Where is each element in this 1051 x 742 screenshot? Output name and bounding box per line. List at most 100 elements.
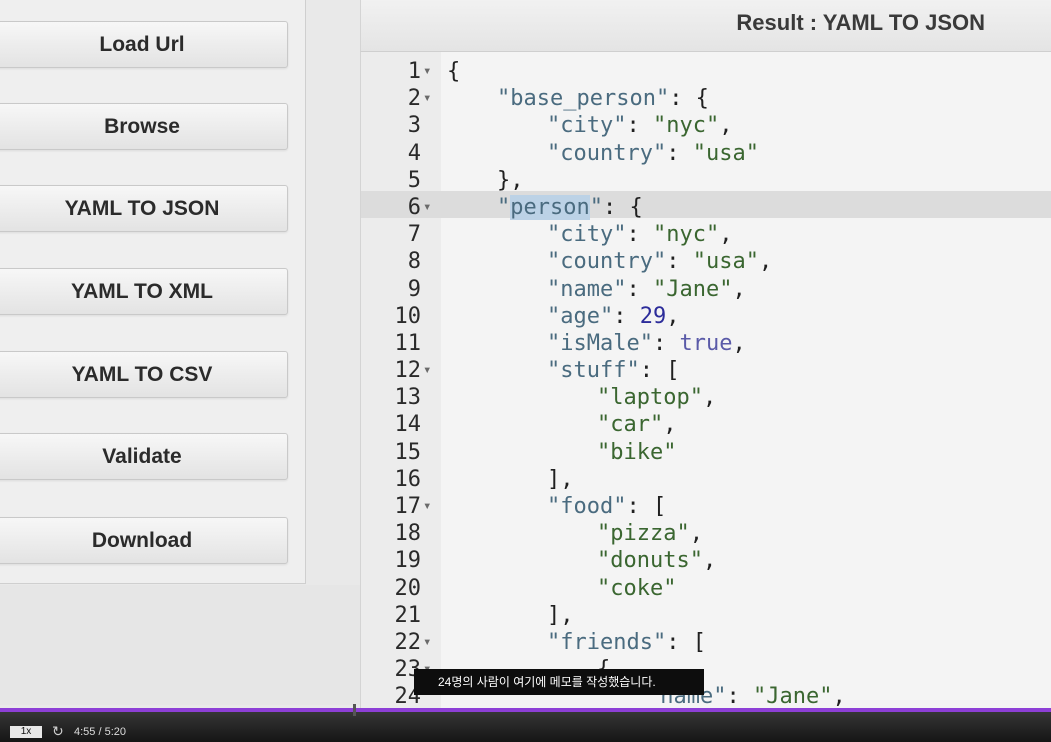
line-number: 3 — [407, 113, 421, 139]
line-number: 10 — [394, 303, 422, 329]
code-token: "Jane" — [652, 276, 733, 302]
line-number: 21 — [394, 602, 422, 628]
load-url-button[interactable]: Load Url — [0, 21, 288, 68]
result-header: Result : YAML TO JSON — [360, 0, 1051, 52]
code-text: ], — [547, 602, 574, 629]
code-token: "Jane" — [752, 684, 833, 708]
code-line[interactable]: 7 "city": "nyc", — [361, 221, 1051, 248]
code-line[interactable]: 8 "country": "usa", — [361, 248, 1051, 275]
code-line[interactable]: 2 ▾ "base_person": { — [361, 85, 1051, 112]
playback-speed-button[interactable]: 1x — [10, 726, 42, 738]
code-token: person — [510, 194, 590, 220]
replay-icon[interactable]: ↻ — [52, 723, 64, 740]
code-line[interactable]: 17 ▾ "food": [ — [361, 493, 1051, 520]
code-token: "city" — [547, 222, 627, 248]
code-line[interactable]: 16], — [361, 466, 1051, 493]
line-number: 7 — [407, 222, 421, 248]
code-token: ], — [547, 602, 574, 628]
code-line[interactable]: 10 "age": 29, — [361, 303, 1051, 330]
code-token: "age" — [547, 303, 614, 329]
code-text: "bike" — [597, 439, 676, 466]
fold-toggle-icon[interactable]: ▾ — [423, 85, 431, 112]
fold-toggle-icon[interactable]: ▾ — [423, 58, 431, 85]
code-token: , — [666, 303, 680, 329]
code-text: "age": 29, — [547, 303, 679, 330]
code-token: : — [626, 276, 653, 302]
code-line[interactable]: 14 "car", — [361, 411, 1051, 438]
code-token: "car" — [597, 412, 664, 438]
download-button[interactable]: Download — [0, 517, 288, 564]
line-number: 6 — [407, 194, 421, 220]
code-line[interactable]: 11 "isMale": true, — [361, 330, 1051, 357]
progress-handle[interactable] — [353, 704, 356, 716]
code-line[interactable]: 15 "bike" — [361, 439, 1051, 466]
code-text: "coke" — [597, 575, 676, 602]
fold-toggle-icon[interactable]: ▾ — [423, 357, 431, 384]
video-player-bar: 1x ↻ 4:55 / 5:20 — [0, 704, 1051, 742]
code-text: "city": "nyc", — [547, 221, 732, 248]
code-token: "city" — [547, 113, 627, 139]
line-number: 16 — [394, 466, 422, 492]
line-number: 5 — [407, 167, 421, 193]
code-line[interactable]: 22 ▾ "friends": [ — [361, 629, 1051, 656]
code-text: "person": { — [497, 194, 643, 221]
code-line[interactable]: 21], — [361, 602, 1051, 629]
code-line[interactable]: 3 "city": "nyc", — [361, 112, 1051, 139]
browse-button[interactable]: Browse — [0, 103, 288, 150]
code-text: { — [447, 58, 460, 85]
code-line[interactable]: 5}, — [361, 167, 1051, 194]
code-line[interactable]: 12 ▾ "stuff": [ — [361, 357, 1051, 384]
time-display: 4:55 / 5:20 — [74, 726, 126, 738]
line-number: 23 — [394, 657, 422, 683]
code-token: "laptop" — [597, 385, 703, 411]
code-token: "coke" — [597, 575, 677, 601]
line-number: 11 — [394, 330, 422, 356]
code-token: " — [497, 194, 511, 220]
code-line[interactable]: 20 "coke" — [361, 575, 1051, 602]
code-text: "name": "Jane", — [547, 276, 746, 303]
code-token: "nyc" — [652, 113, 720, 139]
code-text: "donuts", — [597, 547, 716, 574]
line-number: 19 — [394, 548, 422, 574]
code-token: : [ — [626, 494, 667, 519]
code-editor[interactable]: 1 ▾{2 ▾ "base_person": {3 "city": "nyc", 4 "co… — [360, 52, 1051, 708]
line-number: 12 — [394, 358, 422, 384]
fold-toggle-icon[interactable]: ▾ — [423, 194, 431, 221]
code-token: , — [689, 521, 703, 547]
yaml-to-xml-button[interactable]: YAML TO XML — [0, 268, 288, 315]
code-token: "country" — [547, 249, 667, 275]
code-token: "name" — [547, 276, 627, 302]
code-line[interactable]: 19 "donuts", — [361, 547, 1051, 574]
code-line[interactable]: 13 "laptop", — [361, 384, 1051, 411]
code-token: "base_person" — [497, 86, 670, 112]
line-number: 18 — [394, 521, 422, 547]
yaml-to-json-button[interactable]: YAML TO JSON — [0, 185, 288, 232]
yaml-to-csv-button[interactable]: YAML TO CSV — [0, 351, 288, 398]
code-token: , — [832, 684, 846, 708]
code-token: : [ — [639, 358, 680, 384]
code-token: , — [663, 412, 677, 438]
validate-button[interactable]: Validate — [0, 433, 288, 480]
code-token: "bike" — [597, 439, 677, 465]
line-number: 1 — [407, 59, 421, 84]
code-line[interactable]: 6 ▾ "person": { — [361, 194, 1051, 221]
code-token: "friends" — [547, 629, 667, 655]
code-line[interactable]: 1 ▾ { — [361, 58, 1051, 85]
code-text: "country": "usa", — [547, 248, 772, 275]
code-line[interactable]: 18 "pizza", — [361, 520, 1051, 547]
code-token: "food" — [547, 494, 627, 519]
progress-bar[interactable] — [0, 708, 1051, 712]
code-token: "nyc" — [652, 222, 720, 248]
fold-toggle-icon[interactable]: ▾ — [423, 629, 431, 656]
code-lines: 1 ▾{2 ▾ "base_person": {3 "city": "nyc", 4 "co… — [361, 58, 1051, 708]
code-token: , — [702, 385, 717, 411]
fold-toggle-icon[interactable]: ▾ — [423, 493, 431, 520]
code-token: , — [702, 548, 717, 574]
line-number: 24 — [394, 684, 422, 708]
code-line[interactable]: 9 "name": "Jane", — [361, 276, 1051, 303]
line-number: 20 — [394, 575, 422, 601]
code-line[interactable]: 4 "country": "usa" — [361, 140, 1051, 167]
code-token: , — [758, 249, 773, 275]
code-token: : [ — [666, 629, 706, 655]
line-number: 22 — [394, 629, 422, 655]
